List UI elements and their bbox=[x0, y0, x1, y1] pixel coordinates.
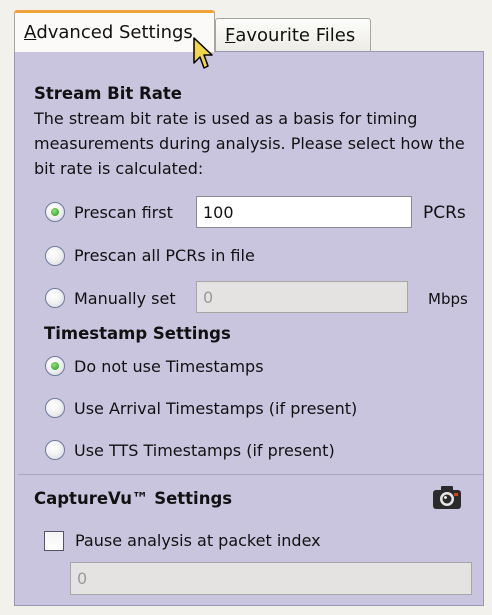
manual-bitrate-input[interactable]: 0 bbox=[196, 281, 408, 313]
stream-bit-rate-heading: Stream Bit Rate bbox=[34, 84, 182, 103]
radio-selected-dot bbox=[51, 362, 59, 370]
capturevu-settings-heading: CaptureVu™ Settings bbox=[34, 489, 233, 508]
timestamp-option-tts-label: Use TTS Timestamps (if present) bbox=[74, 441, 335, 460]
manually-set-radio[interactable] bbox=[45, 288, 65, 308]
camera-icon[interactable] bbox=[432, 484, 462, 510]
window: Advanced Settings Favourite Files Stream… bbox=[0, 0, 492, 615]
arrow-cursor-icon bbox=[193, 37, 213, 69]
prescan-all-radio[interactable] bbox=[45, 246, 65, 266]
timestamp-option-arrival-radio[interactable] bbox=[45, 398, 65, 418]
packet-index-input[interactable]: 0 bbox=[70, 562, 472, 595]
timestamp-option-none-label: Do not use Timestamps bbox=[74, 357, 264, 376]
timestamp-option-none-radio[interactable] bbox=[45, 356, 65, 376]
mbps-unit: Mbps bbox=[428, 290, 468, 308]
timestamp-option-tts-radio[interactable] bbox=[45, 440, 65, 460]
radio-selected-dot bbox=[51, 208, 59, 216]
prescan-first-input[interactable]: 100 bbox=[196, 196, 412, 228]
stream-bit-rate-description: The stream bit rate is used as a basis f… bbox=[34, 109, 465, 178]
pause-analysis-checkbox[interactable] bbox=[44, 531, 64, 551]
timestamp-option-arrival-label: Use Arrival Timestamps (if present) bbox=[74, 399, 358, 418]
manually-set-label: Manually set bbox=[74, 289, 176, 308]
prescan-first-label: Prescan first bbox=[74, 203, 173, 222]
pcrs-unit: PCRs bbox=[423, 203, 466, 223]
timestamp-settings-heading: Timestamp Settings bbox=[44, 324, 231, 343]
prescan-all-label: Prescan all PCRs in file bbox=[74, 246, 255, 265]
prescan-first-radio[interactable] bbox=[45, 202, 65, 222]
pause-analysis-label: Pause analysis at packet index bbox=[75, 531, 321, 550]
section-divider bbox=[18, 474, 483, 475]
